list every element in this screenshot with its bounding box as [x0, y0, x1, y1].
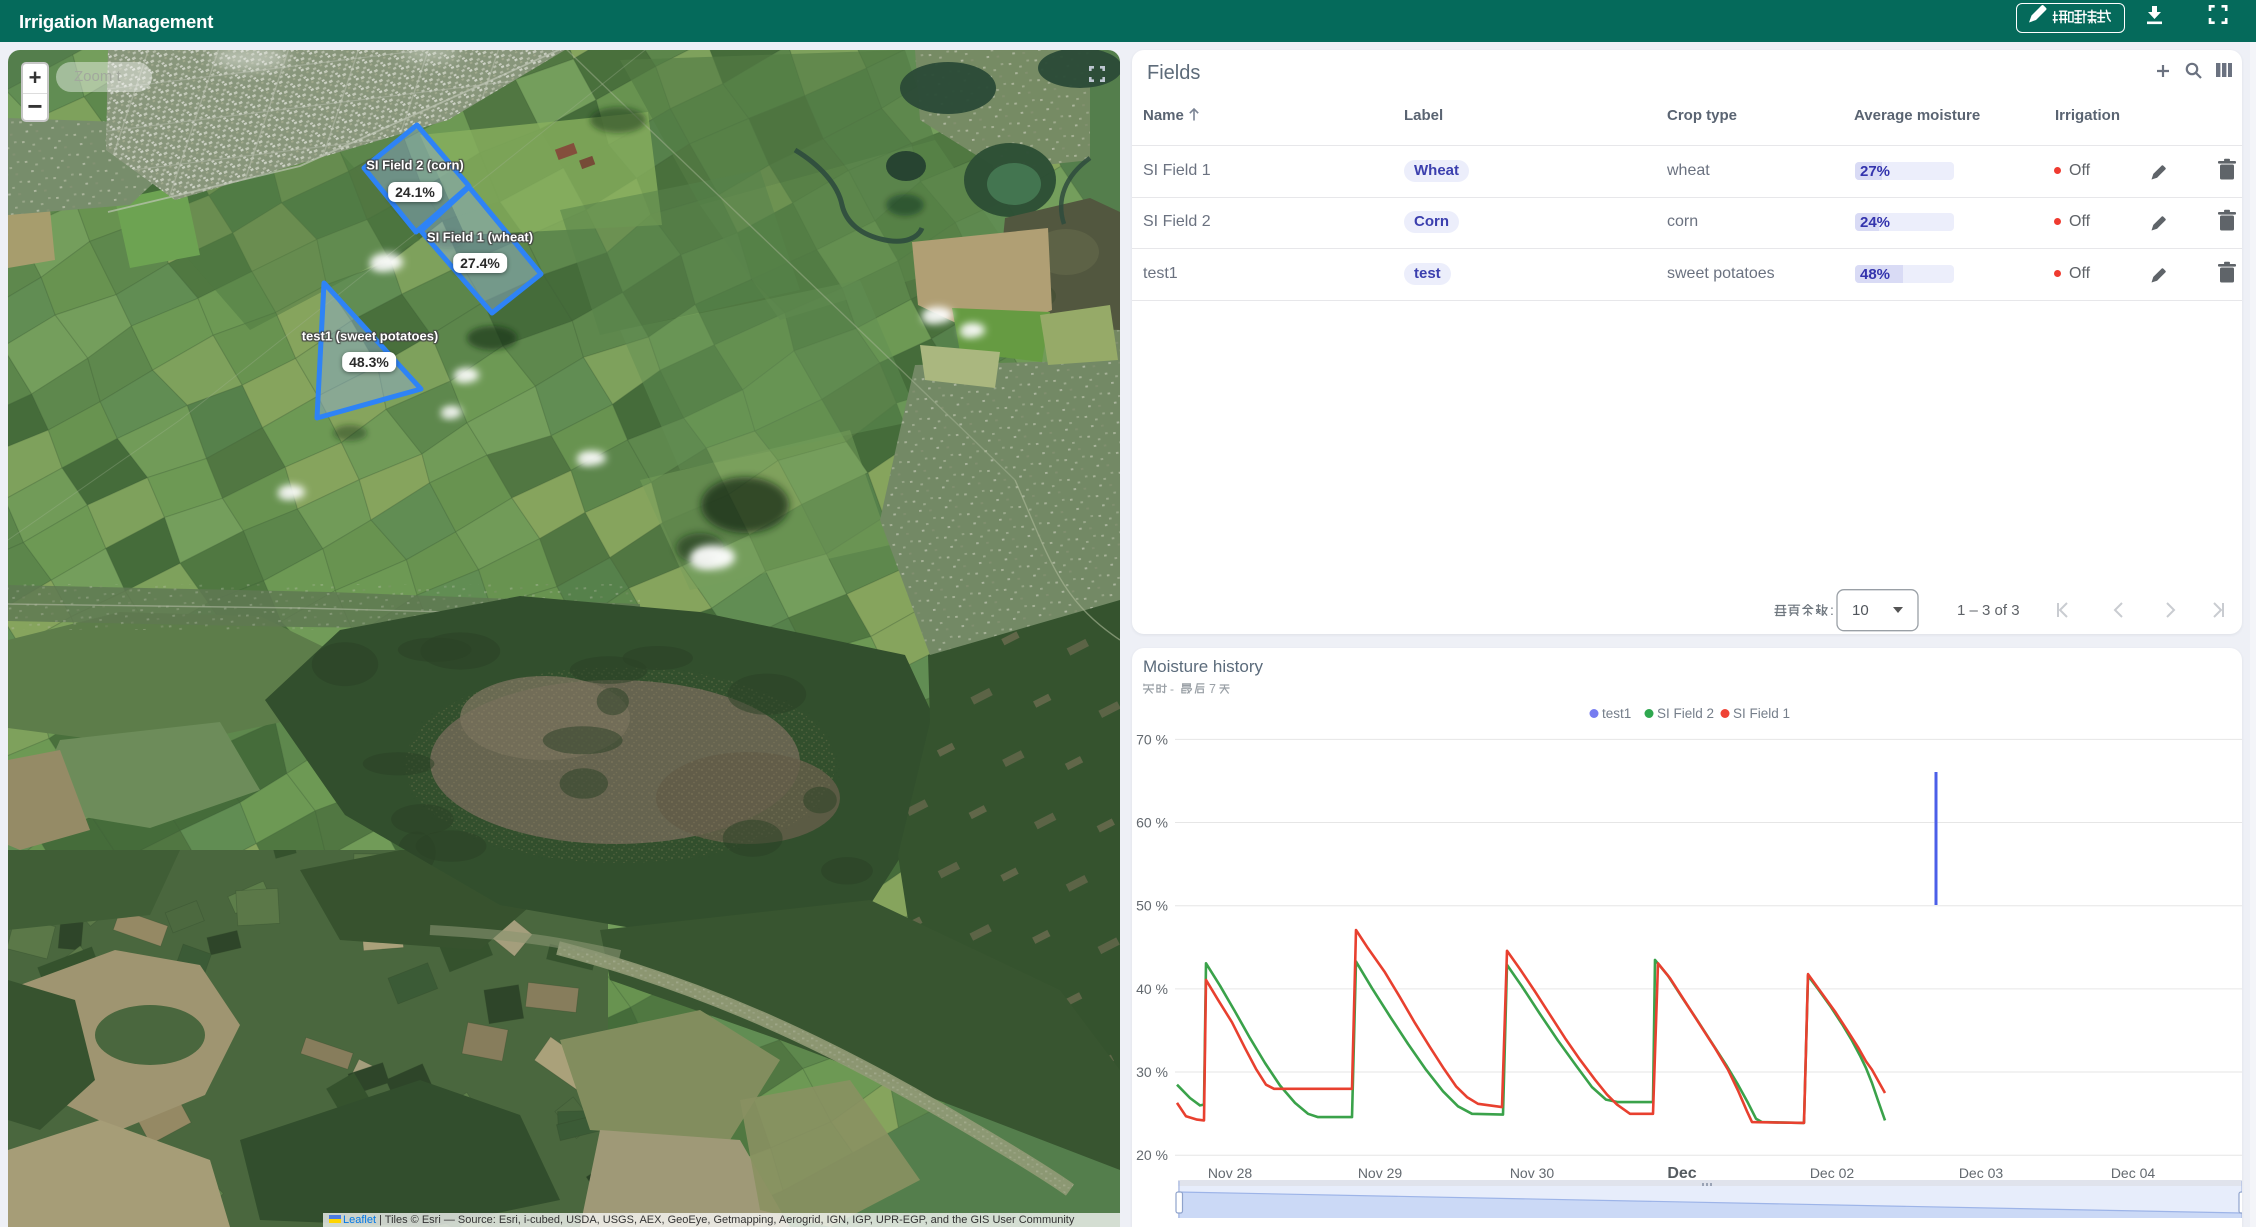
svg-text:70 %: 70 % — [1136, 731, 1168, 747]
svg-text:-: - — [1170, 682, 1174, 696]
svg-text:Nov 28: Nov 28 — [1208, 1165, 1253, 1181]
svg-text:20 %: 20 % — [1136, 1147, 1168, 1163]
svg-text:Dec 03: Dec 03 — [1959, 1165, 2004, 1181]
svg-text:7: 7 — [1209, 682, 1216, 696]
svg-text:50 %: 50 % — [1136, 898, 1168, 914]
svg-text:Dec 02: Dec 02 — [1810, 1165, 1855, 1181]
svg-text:Nov 30: Nov 30 — [1510, 1165, 1555, 1181]
svg-text::: : — [1830, 602, 1834, 618]
svg-text:Nov 29: Nov 29 — [1358, 1165, 1403, 1181]
svg-text:Dec: Dec — [1667, 1165, 1696, 1182]
svg-text:10: 10 — [1852, 602, 1869, 619]
svg-text:1 – 3 of 3: 1 – 3 of 3 — [1957, 602, 2020, 619]
svg-text:30 %: 30 % — [1136, 1064, 1168, 1080]
svg-text:SI Field 1: SI Field 1 — [1733, 706, 1790, 721]
svg-text:Dec 04: Dec 04 — [2111, 1165, 2156, 1181]
svg-text:40 %: 40 % — [1136, 981, 1168, 997]
svg-text:60 %: 60 % — [1136, 815, 1168, 831]
svg-text:test1: test1 — [1602, 706, 1631, 721]
svg-text:SI Field 2: SI Field 2 — [1657, 706, 1714, 721]
